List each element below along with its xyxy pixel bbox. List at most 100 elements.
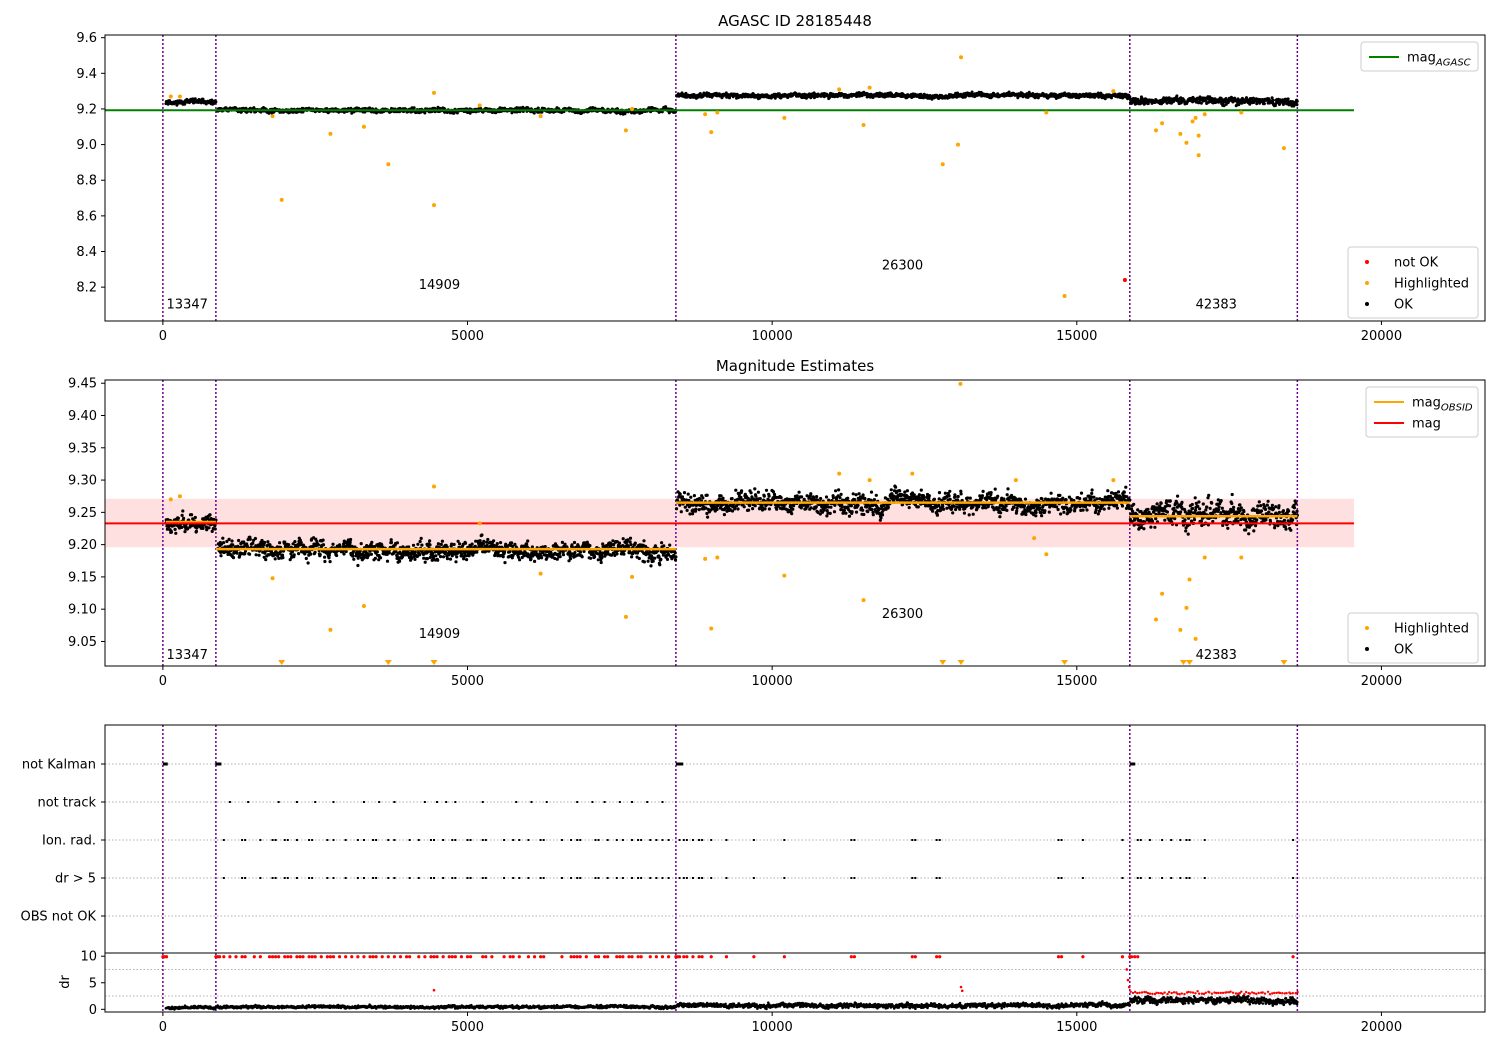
ok-point: [348, 540, 352, 544]
ok-point: [423, 560, 427, 564]
ok-point: [748, 504, 752, 508]
y-tick-label-6: 9.4: [76, 67, 97, 82]
highlighted-point: [959, 55, 964, 60]
y-tick-label-3: 8.8: [76, 174, 97, 189]
ok-point: [662, 544, 666, 548]
ok-point: [740, 489, 744, 493]
ok-point: [356, 563, 360, 568]
ok-point: [815, 495, 819, 499]
ok-point: [492, 539, 496, 543]
ok-point: [563, 542, 567, 546]
ok-point: [452, 542, 456, 547]
ok-point: [465, 558, 469, 562]
ok-point: [824, 495, 829, 499]
ok-point: [779, 496, 783, 500]
y-tick-label-2: 8.6: [76, 209, 97, 224]
ok-point: [293, 540, 297, 544]
highlighted-point: [361, 124, 366, 129]
highlighted-point: [1196, 133, 1201, 138]
highlighted-point: [279, 197, 284, 202]
ok-point: [222, 541, 226, 545]
ok-point: [637, 556, 641, 561]
ok-point: [309, 552, 313, 556]
ok-point: [694, 507, 698, 511]
ok-point: [510, 541, 514, 545]
panel2-title: Magnitude Estimates: [716, 357, 874, 375]
ok-point: [499, 541, 503, 545]
ok-point: [503, 561, 507, 565]
legend-label-0: not OK: [1394, 256, 1439, 271]
ok-point: [568, 557, 573, 561]
ok-point: [642, 539, 646, 543]
ok-point: [352, 557, 356, 561]
highlighted-point: [1160, 121, 1165, 126]
obsid-label-1: 14909: [419, 278, 460, 293]
ok-point: [495, 542, 499, 546]
ok-point: [387, 551, 391, 555]
ok-point: [633, 541, 637, 545]
ok-point: [689, 495, 693, 499]
ok-point: [560, 540, 565, 545]
ok-point: [668, 543, 672, 547]
highlighted-point: [386, 162, 391, 167]
ok-point: [169, 530, 173, 534]
ok-point: [292, 553, 296, 557]
ok-point: [201, 526, 205, 531]
ok-point: [653, 556, 657, 560]
ok-point: [513, 542, 517, 547]
y-tick-label-4: 9.0: [76, 138, 97, 153]
obsid-label-2: 26300: [882, 258, 923, 273]
ok-point: [173, 527, 177, 532]
ok-point: [573, 551, 577, 555]
ok-point: [349, 537, 353, 542]
ok-point: [440, 539, 444, 543]
ok-point: [678, 492, 682, 496]
ok-point: [425, 557, 429, 561]
ok-point: [691, 512, 695, 516]
ok-point: [715, 507, 719, 511]
ok-point: [730, 497, 734, 501]
ok-point: [321, 543, 326, 547]
ok-point: [323, 555, 327, 559]
ok-point: [828, 511, 832, 515]
x-tick-label-1: 5000: [451, 329, 484, 344]
highlighted-point: [715, 110, 720, 115]
ok-point: [213, 527, 217, 531]
ok-point: [208, 513, 212, 517]
y-tick-label-7: 9.6: [76, 31, 97, 46]
ok-point: [642, 560, 647, 564]
ok-point: [1175, 94, 1179, 98]
highlighted-point: [1196, 153, 1201, 158]
ok-point: [439, 542, 443, 547]
ok-point: [658, 563, 662, 567]
ok-point: [754, 494, 758, 498]
ok-point: [682, 491, 687, 495]
highlighted-point: [623, 128, 628, 133]
ok-point: [335, 553, 339, 558]
ok-point: [630, 555, 634, 559]
ok-point: [313, 550, 317, 554]
highlighted-point: [1153, 128, 1158, 133]
ok-point: [221, 536, 225, 540]
ok-point: [190, 513, 194, 517]
ok-point: [411, 543, 416, 547]
ok-point: [323, 559, 327, 564]
ok-point: [665, 557, 670, 562]
ok-point: [593, 555, 597, 559]
ok-point: [697, 508, 701, 512]
ok-point: [701, 496, 705, 500]
ok-point: [278, 541, 282, 545]
highlighted-point: [1184, 140, 1189, 145]
ok-point: [617, 541, 622, 545]
ok-point: [231, 556, 236, 560]
ok-point: [434, 554, 438, 558]
ok-point: [1271, 98, 1275, 102]
ok-point: [227, 537, 231, 542]
ok-point: [428, 543, 432, 547]
ok-point: [214, 100, 218, 104]
ok-point: [237, 538, 241, 543]
ok-point: [318, 553, 322, 557]
ok-point: [287, 543, 291, 547]
highlighted-point: [270, 114, 275, 119]
ok-point: [180, 525, 184, 530]
